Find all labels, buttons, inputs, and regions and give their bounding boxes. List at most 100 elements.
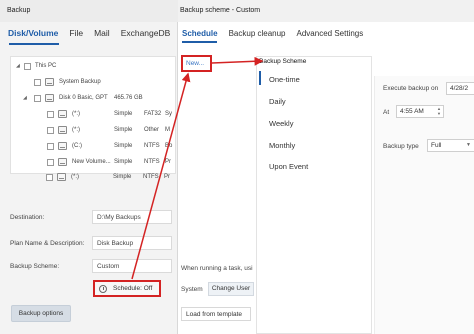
run-as-text: When running a task, usi bbox=[181, 265, 253, 272]
tab-mail[interactable]: Mail bbox=[94, 28, 110, 38]
time-field[interactable]: 4:55 AM ▲ ▼ bbox=[396, 105, 444, 118]
frequency-monthly[interactable]: Monthly bbox=[269, 141, 295, 150]
partition-extra: Bo bbox=[165, 143, 173, 149]
plan-name-label: Plan Name & Description: bbox=[10, 240, 85, 247]
partition-name: New Volume... bbox=[72, 159, 111, 165]
scheme-window-titlebar: Backup scheme - Custom bbox=[178, 0, 474, 22]
checkbox[interactable] bbox=[24, 63, 31, 70]
tree-node-partition[interactable]: New Volume... Simple NTFS Pr bbox=[13, 157, 175, 169]
backup-scheme-dropdown: Backup Scheme One-time Daily Weekly Mont… bbox=[256, 56, 372, 334]
backup-scheme-label: Backup Scheme: bbox=[10, 263, 60, 270]
tree-node-partition[interactable]: (C:) Simple NTFS Bo bbox=[13, 141, 175, 153]
disk-size: 465.76 GB bbox=[114, 95, 143, 101]
destination-label: Destination: bbox=[10, 214, 45, 221]
clock-icon bbox=[99, 285, 107, 293]
frequency-upon-event[interactable]: Upon Event bbox=[269, 162, 308, 171]
load-template-button[interactable]: Load from template bbox=[181, 307, 251, 321]
partition-type: Simple bbox=[114, 159, 133, 165]
active-tab-indicator bbox=[182, 41, 217, 43]
checkbox[interactable] bbox=[46, 174, 53, 181]
execute-date-field[interactable]: 4/28/2 bbox=[446, 82, 474, 95]
partition-fs: FAT32 bbox=[144, 111, 162, 117]
partition-extra: M bbox=[165, 127, 170, 133]
checkbox[interactable] bbox=[47, 111, 54, 118]
chevron-down-icon: ▼ bbox=[466, 142, 471, 148]
backup-window-title: Backup bbox=[7, 7, 31, 14]
checkbox[interactable] bbox=[47, 159, 54, 166]
tab-advanced-settings[interactable]: Advanced Settings bbox=[297, 29, 364, 38]
backup-scheme-window: Backup scheme - Custom Schedule Backup cl… bbox=[178, 0, 474, 334]
active-tab-indicator bbox=[9, 43, 59, 45]
backup-options-button[interactable]: Backup options bbox=[11, 305, 71, 322]
frequency-one-time[interactable]: One-time bbox=[269, 75, 300, 84]
tree-node-label: System Backup bbox=[59, 79, 101, 85]
time-value: 4:55 AM bbox=[400, 108, 424, 115]
frequency-weekly[interactable]: Weekly bbox=[269, 119, 293, 128]
checkbox[interactable] bbox=[34, 95, 41, 102]
backup-tabs: Disk/Volume File Mail ExchangeDB bbox=[8, 28, 181, 44]
backup-scheme-field[interactable]: Custom bbox=[92, 259, 172, 273]
tab-backup-cleanup[interactable]: Backup cleanup bbox=[229, 29, 286, 38]
tree-node-disk-0[interactable]: ◢ Disk 0 Basic, GPT 465.76 GB bbox=[13, 93, 173, 105]
destination-field[interactable]: D:\My Backups bbox=[92, 210, 172, 224]
plan-name-field[interactable]: Disk Backup bbox=[92, 236, 172, 250]
partition-icon bbox=[58, 110, 67, 118]
partition-type: Simple bbox=[114, 127, 133, 133]
tab-exchangedb[interactable]: ExchangeDB bbox=[121, 28, 171, 38]
partition-name: (C:) bbox=[72, 143, 82, 149]
change-user-button[interactable]: Change User bbox=[208, 282, 254, 296]
frequency-daily[interactable]: Daily bbox=[269, 97, 286, 106]
new-schedule-button[interactable]: New... bbox=[181, 55, 212, 72]
expand-triangle-icon[interactable]: ◢ bbox=[16, 63, 20, 69]
tree-node-this-pc[interactable]: ◢ This PC bbox=[13, 61, 173, 73]
partition-extra: Sy bbox=[165, 111, 173, 117]
backup-type-label: Backup type bbox=[383, 143, 419, 150]
partition-fs: NTFS bbox=[144, 143, 160, 149]
partition-name: (*:) bbox=[71, 174, 79, 180]
tab-schedule[interactable]: Schedule bbox=[182, 29, 218, 38]
execute-backup-label: Execute backup on bbox=[383, 85, 439, 92]
checkbox[interactable] bbox=[47, 127, 54, 134]
spinner-arrows-icon[interactable]: ▲ ▼ bbox=[437, 106, 441, 116]
panel-title: Backup Scheme bbox=[259, 58, 307, 65]
schedule-button-label: Schedule: Off bbox=[113, 285, 153, 292]
partition-extra: Pr bbox=[165, 159, 171, 165]
backup-window: Backup Disk/Volume File Mail ExchangeDB ◢ T… bbox=[0, 0, 178, 334]
expand-triangle-icon[interactable]: ◢ bbox=[23, 95, 27, 101]
scheme-tabs: Schedule Backup cleanup Advanced Settings bbox=[182, 29, 374, 38]
drive-icon bbox=[45, 78, 54, 86]
tree-node-partition[interactable]: (*:) Simple FAT32 Sy bbox=[13, 109, 175, 121]
backup-window-titlebar: Backup bbox=[0, 0, 178, 22]
tree-node-system-backup[interactable]: System Backup bbox=[13, 77, 173, 89]
partition-type: Simple bbox=[114, 111, 133, 117]
partition-fs: NTFS bbox=[143, 174, 159, 180]
partition-type: Simple bbox=[114, 143, 133, 149]
partition-type: Simple bbox=[113, 174, 132, 180]
partition-icon bbox=[58, 126, 67, 134]
tree-node-partition[interactable]: (*:) Simple Other M bbox=[13, 125, 175, 137]
checkbox[interactable] bbox=[47, 143, 54, 150]
schedule-button[interactable]: Schedule: Off bbox=[93, 280, 161, 297]
partition-icon bbox=[57, 173, 66, 181]
tab-file[interactable]: File bbox=[69, 28, 83, 38]
system-account-label: System bbox=[181, 286, 203, 293]
tab-disk-volume[interactable]: Disk/Volume bbox=[8, 28, 58, 38]
tree-node-label: Disk 0 Basic, GPT bbox=[59, 95, 108, 101]
partition-name: (*:) bbox=[72, 127, 80, 133]
schedule-settings-panel: Execute backup on 4/28/2 At 4:55 AM ▲ ▼ B… bbox=[374, 76, 474, 334]
partition-fs: NTFS bbox=[144, 159, 160, 165]
disk-tree: ◢ This PC System Backup ◢ Disk 0 Basic, … bbox=[10, 56, 176, 174]
partition-icon bbox=[58, 158, 67, 166]
selected-indicator bbox=[259, 71, 261, 85]
partition-extra: Pr bbox=[164, 174, 170, 180]
backup-type-select[interactable]: Full ▼ bbox=[427, 139, 474, 152]
backup-type-value: Full bbox=[431, 142, 442, 149]
at-label: At bbox=[383, 109, 390, 116]
scheme-window-title: Backup scheme - Custom bbox=[180, 7, 261, 14]
tree-node-label: This PC bbox=[35, 63, 57, 69]
partition-name: (*:) bbox=[72, 111, 80, 117]
partition-fs: Other bbox=[144, 127, 160, 133]
partition-icon bbox=[58, 142, 67, 150]
checkbox[interactable] bbox=[34, 79, 41, 86]
tree-node-partition[interactable]: (*:) Simple NTFS Pr bbox=[12, 172, 174, 184]
